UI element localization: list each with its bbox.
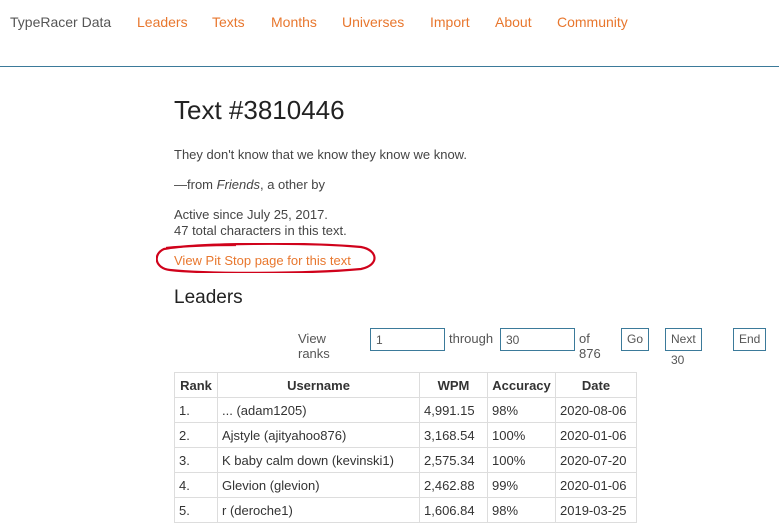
cell-wpm: 2,575.34 xyxy=(419,447,488,473)
nav-months[interactable]: Months xyxy=(271,14,317,30)
nav-about[interactable]: About xyxy=(495,14,532,30)
cell-username[interactable]: K baby calm down (kevinski1) xyxy=(217,447,420,473)
table-row: 3. K baby calm down (kevinski1) 2,575.34… xyxy=(174,447,637,473)
cell-rank: 4. xyxy=(174,472,218,498)
leaders-table: Rank Username WPM Accuracy Date 1. ... (… xyxy=(174,372,637,523)
cell-wpm: 4,991.15 xyxy=(419,397,488,423)
next-30-button[interactable]: Next 30 xyxy=(665,328,702,367)
cell-wpm: 1,606.84 xyxy=(419,497,488,523)
pit-stop-link[interactable]: View Pit Stop page for this text xyxy=(174,253,351,268)
top-navbar: TypeRacer Data Leaders Texts Months Univ… xyxy=(0,0,779,67)
cell-accuracy: 98% xyxy=(487,497,556,523)
nav-texts[interactable]: Texts xyxy=(212,14,245,30)
brand-link[interactable]: TypeRacer Data xyxy=(10,14,111,30)
table-row: 2. Ajstyle (ajityahoo876) 3,168.54 100% … xyxy=(174,422,637,448)
table-row: 4. Glevion (glevion) 2,462.88 99% 2020-0… xyxy=(174,472,637,498)
cell-wpm: 2,462.88 xyxy=(419,472,488,498)
cell-username[interactable]: Glevion (glevion) xyxy=(217,472,420,498)
col-date[interactable]: Date xyxy=(555,372,637,398)
cell-username[interactable]: ... (adam1205) xyxy=(217,397,420,423)
end-button[interactable]: End xyxy=(733,328,767,351)
col-rank[interactable]: Rank xyxy=(174,372,218,398)
text-quote: They don't know that we know they know w… xyxy=(174,147,467,162)
cell-date: 2020-01-06 xyxy=(555,422,637,448)
rank-from-input[interactable] xyxy=(370,328,445,351)
go-button[interactable]: Go xyxy=(621,328,650,351)
char-count: 47 total characters in this text. xyxy=(174,223,347,238)
active-since: Active since July 25, 2017. xyxy=(174,207,328,222)
col-accuracy[interactable]: Accuracy xyxy=(487,372,556,398)
text-source: —from Friends, a other by xyxy=(174,177,325,192)
nav-community[interactable]: Community xyxy=(557,14,628,30)
source-prefix: —from xyxy=(174,177,217,192)
cell-username[interactable]: Ajstyle (ajityahoo876) xyxy=(217,422,420,448)
nav-universes[interactable]: Universes xyxy=(342,14,404,30)
nav-leaders[interactable]: Leaders xyxy=(137,14,188,30)
cell-date: 2020-01-06 xyxy=(555,472,637,498)
cell-date: 2019-03-25 xyxy=(555,497,637,523)
cell-accuracy: 99% xyxy=(487,472,556,498)
cell-rank: 2. xyxy=(174,422,218,448)
page-title: Text #3810446 xyxy=(174,95,345,125)
through-label: through xyxy=(449,331,494,346)
leaders-heading: Leaders xyxy=(174,287,243,308)
cell-accuracy: 100% xyxy=(487,447,556,473)
cell-wpm: 3,168.54 xyxy=(419,422,488,448)
cell-date: 2020-07-20 xyxy=(555,447,637,473)
view-ranks-label: View ranks xyxy=(298,331,330,361)
cell-rank: 3. xyxy=(174,447,218,473)
cell-rank: 1. xyxy=(174,397,218,423)
rank-total-label: of 876 xyxy=(579,331,601,361)
source-suffix: , a other by xyxy=(259,177,326,192)
table-row: 5. r (deroche1) 1,606.84 98% 2019-03-25 xyxy=(174,497,637,523)
cell-accuracy: 100% xyxy=(487,422,556,448)
cell-date: 2020-08-06 xyxy=(555,397,637,423)
main-content: Text #3810446 They don't know that we kn… xyxy=(174,95,674,308)
cell-rank: 5. xyxy=(174,497,218,523)
cell-accuracy: 98% xyxy=(487,397,556,423)
text-stats: Active since July 25, 2017. 47 total cha… xyxy=(174,207,347,239)
source-title: Friends xyxy=(216,177,260,192)
nav-import[interactable]: Import xyxy=(430,14,470,30)
table-row: 1. ... (adam1205) 4,991.15 98% 2020-08-0… xyxy=(174,397,637,423)
col-wpm[interactable]: WPM xyxy=(419,372,488,398)
rank-to-input[interactable] xyxy=(500,328,575,351)
cell-username[interactable]: r (deroche1) xyxy=(217,497,420,523)
col-username[interactable]: Username xyxy=(217,372,420,398)
table-header-row: Rank Username WPM Accuracy Date xyxy=(174,372,637,398)
